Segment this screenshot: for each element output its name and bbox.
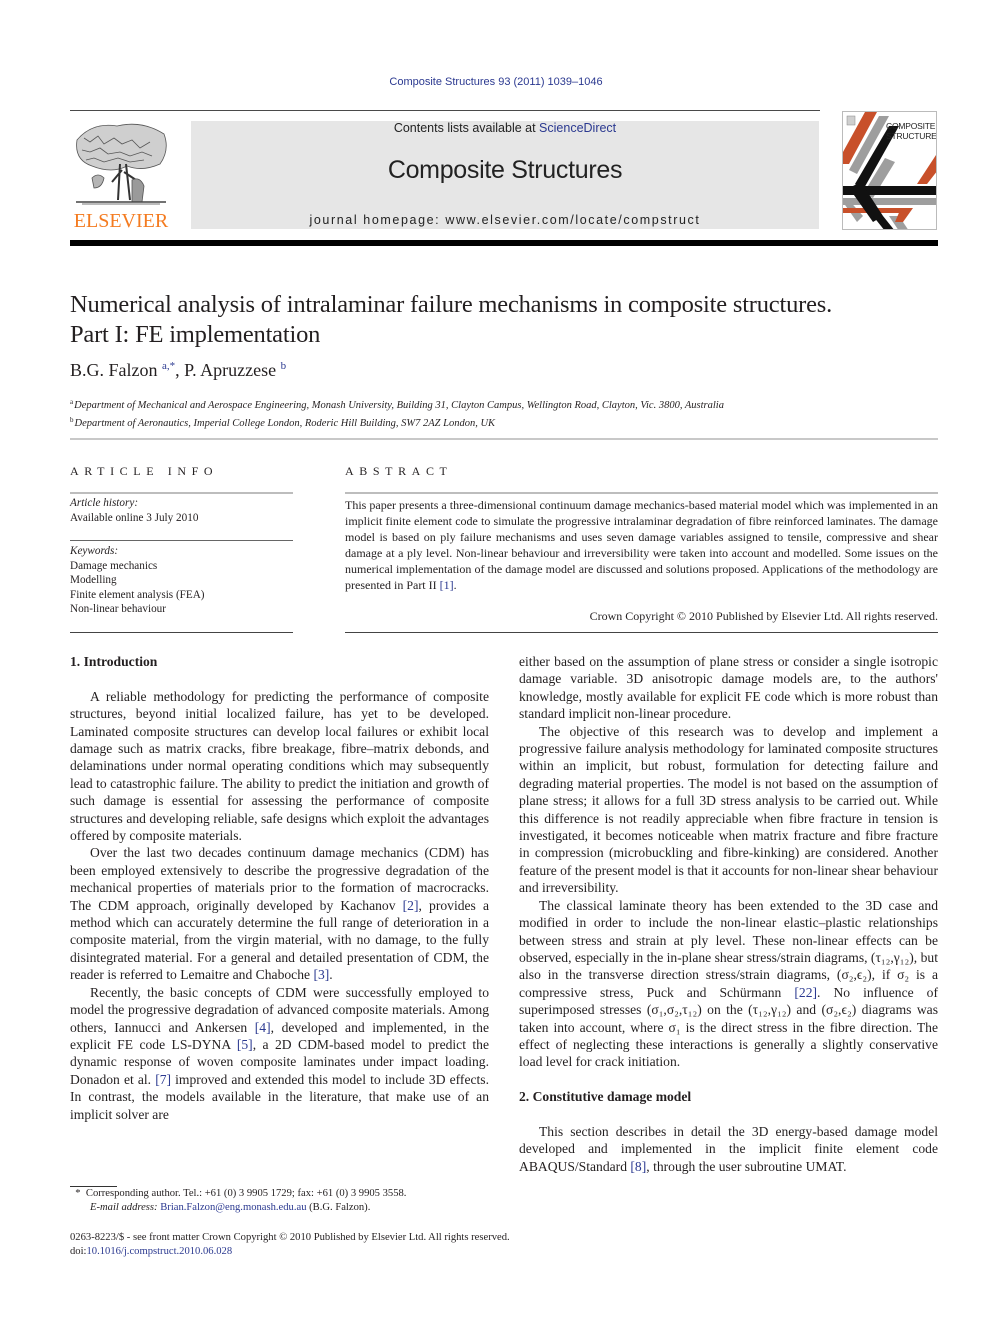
elsevier-tree-icon xyxy=(72,120,170,210)
author-name[interactable]: P. Apruzzese xyxy=(184,360,276,380)
paragraph: A reliable methodology for predicting th… xyxy=(70,688,489,844)
sciencedirect-link[interactable]: ScienceDirect xyxy=(539,121,616,135)
cover-title: COMPOSITE STRUCTURES xyxy=(886,121,937,141)
section-heading: 1. Introduction xyxy=(70,654,158,669)
cover-title-line2: STRUCTURES xyxy=(886,131,937,141)
article-info-divider xyxy=(70,632,293,633)
article-history-label: Article history: xyxy=(70,497,139,509)
reference-link[interactable]: [3] xyxy=(313,967,329,982)
paragraph: either based on the assumption of plane … xyxy=(519,654,938,722)
affiliation-mark: b xyxy=(70,416,74,424)
affiliation-divider xyxy=(70,438,938,440)
abstract-body: This paper presents a three-dimensional … xyxy=(345,498,938,592)
reference-link[interactable]: [1] xyxy=(440,578,454,592)
reference-link[interactable]: [8] xyxy=(630,1159,646,1174)
cover-title-line1: COMPOSITE xyxy=(886,121,936,131)
journal-homepage-link[interactable]: journal homepage: www.elsevier.com/locat… xyxy=(191,213,819,227)
keyword-item: Non-linear behaviour xyxy=(70,603,166,615)
paragraph-text: . xyxy=(329,967,333,983)
email-label: E-mail address: xyxy=(90,1202,158,1213)
article-history-value: Available online 3 July 2010 xyxy=(70,511,199,524)
section-heading: 2. Constitutive damage model xyxy=(519,1089,692,1105)
paragraph: Over the last two decades continuum dama… xyxy=(70,844,489,983)
body-column-left: 1. Introduction A reliable methodology f… xyxy=(70,653,489,1123)
doi-line: doi:10.1016/j.compstruct.2010.06.028 xyxy=(70,1245,670,1259)
keyword-item: Damage mechanics xyxy=(70,559,158,572)
journal-cover-thumbnail[interactable]: COMPOSITE STRUCTURES xyxy=(842,111,937,230)
reference-link[interactable]: [4] xyxy=(255,1020,271,1035)
affiliation-text: Department of Aeronautics, Imperial Coll… xyxy=(74,418,496,429)
abstract-divider xyxy=(345,492,938,494)
footnote-email-line: E-mail address: Brian.Falzon@eng.monash.… xyxy=(70,1201,510,1215)
article-info-divider xyxy=(70,492,293,494)
footnote-text: Corresponding author. Tel.: +61 (0) 3 99… xyxy=(85,1188,407,1199)
abstract-heading: ABSTRACT xyxy=(345,464,453,478)
author-name[interactable]: B.G. Falzon xyxy=(70,360,158,380)
journal-title: Composite Structures xyxy=(387,156,623,184)
footnote: * Corresponding author. Tel.: +61 (0) 3 … xyxy=(70,1187,510,1215)
issn-line: 0263-8223/$ - see front matter Crown Cop… xyxy=(70,1232,510,1243)
contents-prefix: Contents lists available at xyxy=(393,121,540,135)
author-separator: , xyxy=(175,360,185,380)
header-thick-rule xyxy=(70,240,938,246)
contents-line: Contents lists available at ScienceDirec… xyxy=(191,121,819,135)
header-top-rule xyxy=(70,110,820,111)
article-history: Article history: Available online 3 July… xyxy=(70,496,293,525)
author-affiliation-marks[interactable]: b xyxy=(281,360,287,372)
elsevier-wordmark: ELSEVIER xyxy=(73,210,169,232)
abstract-text: This paper presents a three-dimensional … xyxy=(345,497,938,593)
abstract-divider xyxy=(345,632,938,633)
keyword-item: Modelling xyxy=(70,574,117,586)
article-title-line1: Numerical analysis of intralaminar failu… xyxy=(70,291,833,318)
article-title: Numerical analysis of intralaminar failu… xyxy=(70,290,950,350)
footnote-corresponding: * Corresponding author. Tel.: +61 (0) 3 … xyxy=(70,1187,510,1201)
doi-link[interactable]: 10.1016/j.compstruct.2010.06.028 xyxy=(86,1246,232,1257)
reference-link[interactable]: [22] xyxy=(794,985,817,1000)
paragraph: The objective of this research was to de… xyxy=(519,723,938,896)
paragraph: Recently, the basic concepts of CDM were… xyxy=(70,984,489,1123)
paragraph: This section describes in detail the 3D … xyxy=(519,1123,938,1175)
paragraph: The classical laminate theory has been e… xyxy=(519,897,938,1071)
body-column-right: either based on the assumption of plane … xyxy=(519,653,938,1175)
reference-link[interactable]: [5] xyxy=(237,1037,253,1052)
article-title-line2: Part I: FE implementation xyxy=(70,321,321,348)
abstract-copyright: Crown Copyright © 2010 Published by Else… xyxy=(589,609,938,623)
reference-link[interactable]: [7] xyxy=(155,1072,171,1087)
front-matter: 0263-8223/$ - see front matter Crown Cop… xyxy=(70,1231,670,1259)
keywords: Keywords: Damage mechanics Modelling Fin… xyxy=(70,544,293,617)
keywords-label: Keywords: xyxy=(70,545,119,557)
elsevier-logo[interactable]: ELSEVIER xyxy=(70,120,172,232)
paragraph-text: , through the user subroutine UMAT. xyxy=(646,1158,847,1174)
article-info-divider xyxy=(70,540,293,541)
affiliation-mark: a xyxy=(70,398,74,406)
affiliation-item: bDepartment of Aeronautics, Imperial Col… xyxy=(70,413,950,431)
affiliations: aDepartment of Mechanical and Aerospace … xyxy=(70,395,950,431)
affiliation-text: Department of Mechanical and Aerospace E… xyxy=(74,400,724,411)
journal-citation-link[interactable]: Composite Structures 93 (2011) 1039–1046 xyxy=(0,76,992,88)
affiliation-item: aDepartment of Mechanical and Aerospace … xyxy=(70,395,950,413)
author-list: B.G. Falzon a,*, P. Apruzzese b xyxy=(70,360,286,381)
footnote-mark: * xyxy=(75,1188,81,1199)
keyword-item: Finite element analysis (FEA) xyxy=(70,588,205,601)
author-affiliation-marks[interactable]: a,* xyxy=(162,360,175,372)
email-link[interactable]: Brian.Falzon@eng.monash.edu.au xyxy=(160,1202,306,1213)
reference-link[interactable]: [2] xyxy=(403,898,419,913)
abstract-end: . xyxy=(453,578,457,592)
email-suffix: (B.G. Falzon). xyxy=(306,1202,371,1213)
article-info-heading: ARTICLE INFO xyxy=(70,464,219,478)
doi-label: doi: xyxy=(70,1246,87,1257)
